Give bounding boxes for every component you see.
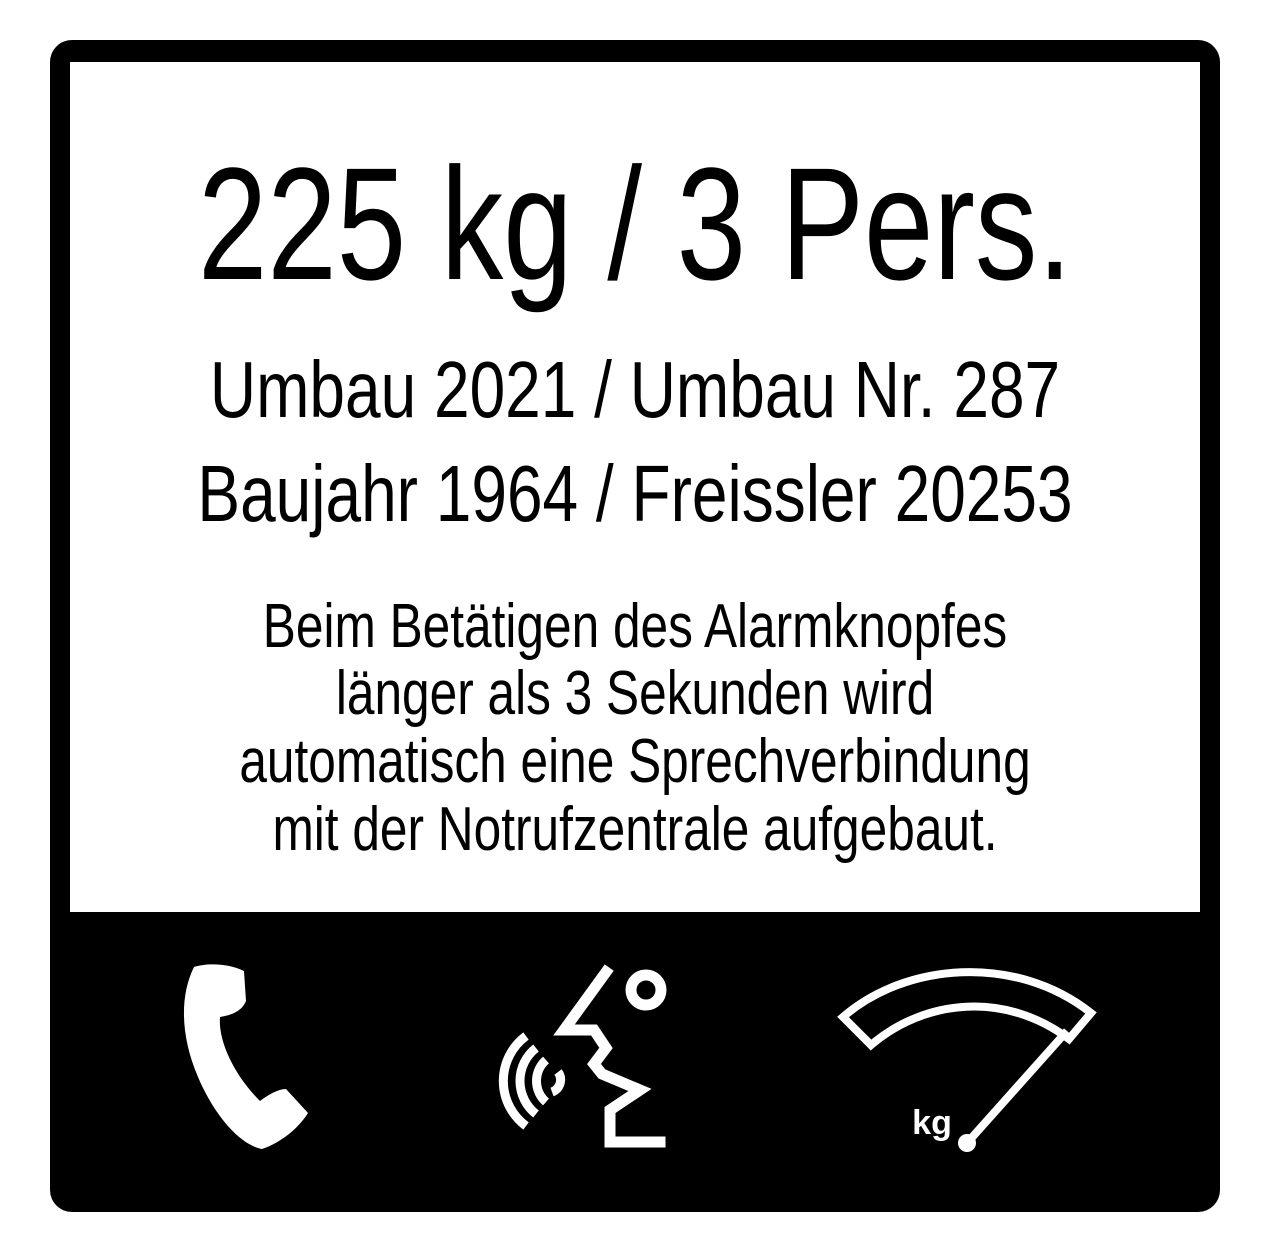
build-year-info: Baujahr 1964 / Freissler 20253: [197, 449, 1073, 538]
load-gauge-icon: [825, 955, 1115, 1160]
speaking-head-icon: [490, 960, 690, 1160]
modernization-info: Umbau 2021 / Umbau Nr. 287: [209, 345, 1061, 434]
notice-line: Beim Betätigen des Alarmknopfes: [262, 592, 1008, 661]
notice-line: automatisch eine Sprechverbindung: [239, 727, 1031, 796]
notice-line: mit der Notrufzentrale aufgebaut.: [272, 795, 998, 864]
phone-handset-icon: [170, 955, 330, 1155]
notice-line: länger als 3 Sekunden wird: [335, 659, 935, 728]
capacity-heading: 225 kg / 3 Pers.: [197, 134, 1073, 313]
load-unit-label: kg: [912, 1104, 952, 1142]
text-panel: 225 kg / 3 Pers. Umbau 2021 / Umbau Nr. …: [70, 62, 1200, 912]
